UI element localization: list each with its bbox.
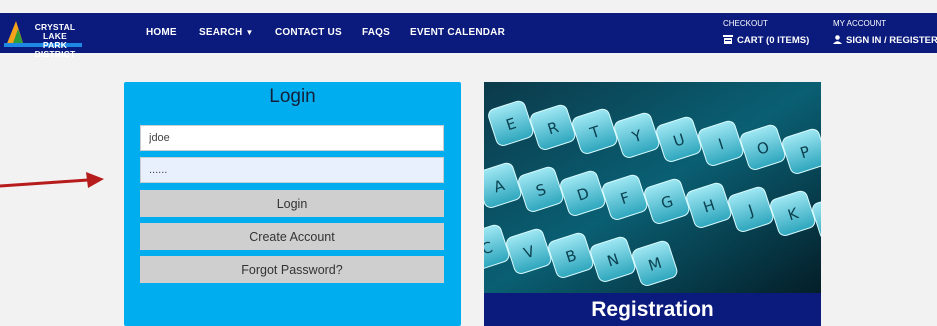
- cart-label: CART (0 ITEMS): [737, 35, 810, 46]
- nav-contact-us[interactable]: CONTACT US: [275, 27, 342, 38]
- logo-text: CRYSTAL LAKE PARK DISTRICT: [26, 23, 84, 59]
- cart-icon: [723, 35, 733, 44]
- login-title: Login: [269, 86, 316, 107]
- login-panel: Login Login Create Account Forgot Passwo…: [124, 82, 461, 326]
- registration-label: Registration: [484, 293, 821, 326]
- nav-faqs[interactable]: FAQS: [362, 27, 390, 38]
- nav-search-label: SEARCH: [199, 27, 243, 38]
- login-button[interactable]: Login: [140, 190, 444, 217]
- logo-line-2: PARK DISTRICT: [34, 40, 76, 59]
- username-input[interactable]: [140, 125, 444, 151]
- nav-search[interactable]: SEARCH ▼: [199, 27, 254, 38]
- forgot-password-button[interactable]: Forgot Password?: [140, 256, 444, 283]
- create-account-button[interactable]: Create Account: [140, 223, 444, 250]
- caret-down-icon: ▼: [245, 28, 254, 37]
- cart-link[interactable]: CART (0 ITEMS): [723, 35, 809, 46]
- nav-event-calendar[interactable]: EVENT CALENDAR: [410, 27, 505, 38]
- user-icon: [833, 35, 842, 44]
- keyboard-image: ERTYUIOPASDFGHJKLCVBNM: [484, 82, 821, 293]
- nav-home[interactable]: HOME: [146, 27, 177, 38]
- checkout-label: CHECKOUT: [723, 19, 768, 28]
- sign-in-label: SIGN IN / REGISTER: [846, 35, 937, 46]
- password-input[interactable]: [140, 157, 444, 183]
- red-arrow-pointer: [0, 172, 104, 188]
- logo-line-1: CRYSTAL LAKE: [34, 22, 76, 41]
- registration-card[interactable]: ERTYUIOPASDFGHJKLCVBNM Registration: [484, 82, 821, 326]
- sign-in-register-link[interactable]: SIGN IN / REGISTER: [833, 35, 937, 46]
- top-navbar: CRYSTAL LAKE PARK DISTRICT HOME SEARCH ▼ …: [0, 13, 937, 59]
- my-account-label: MY ACCOUNT: [833, 19, 887, 28]
- site-logo[interactable]: CRYSTAL LAKE PARK DISTRICT: [4, 19, 84, 59]
